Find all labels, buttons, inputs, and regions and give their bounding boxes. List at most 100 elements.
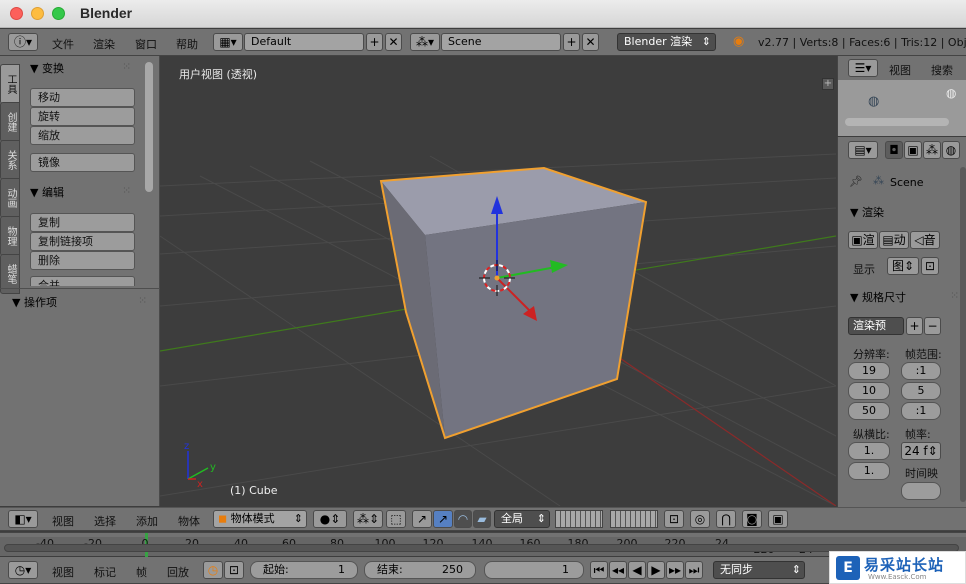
scale-button[interactable]: 缩放 [30, 126, 135, 145]
resolution-x-field[interactable]: 19 [848, 362, 890, 380]
scene-field[interactable]: Scene [441, 33, 561, 51]
tab-relations[interactable]: 关系 [0, 140, 20, 180]
render-panel-header[interactable]: ▼ 渲染 [850, 204, 884, 220]
jump-start-button[interactable]: ⏮ [590, 561, 608, 579]
viewport-menu-add[interactable]: 添加 [136, 513, 158, 529]
jump-end-button[interactable]: ⏭ [685, 561, 703, 579]
resolution-percent-field[interactable]: 50 [848, 402, 890, 420]
play-button[interactable]: ▶ [647, 561, 665, 579]
menu-file[interactable]: 文件 [52, 36, 74, 52]
rotate-button[interactable]: 旋转 [30, 107, 135, 126]
menu-render[interactable]: 渲染 [93, 36, 115, 52]
mirror-button[interactable]: 镜像 [30, 153, 135, 172]
menu-window[interactable]: 窗口 [135, 36, 157, 52]
remove-preset-button[interactable]: − [924, 317, 941, 335]
zoom-window-button[interactable] [52, 7, 65, 20]
move-button[interactable]: 移动 [30, 88, 135, 107]
outliner-scrollbar[interactable] [845, 118, 949, 126]
only-origins-toggle[interactable]: ⬚ [386, 510, 406, 528]
timeline-editor-type-button[interactable]: ◷▾ [8, 561, 38, 579]
frame-end-field[interactable]: 5 [901, 382, 941, 400]
screen-layout-field[interactable]: Default [244, 33, 364, 51]
next-keyframe-button[interactable]: ▸▸ [666, 561, 684, 579]
scene-browse-button[interactable]: ⁂▾ [410, 33, 440, 51]
render-engine-select[interactable]: Blender 渲染 ⇕ [617, 33, 716, 51]
translate-manipulator-button[interactable]: ↗ [433, 510, 453, 528]
viewport-menu-select[interactable]: 选择 [94, 513, 116, 529]
delete-scene-button[interactable]: ✕ [582, 33, 599, 51]
tab-physics[interactable]: 物理 [0, 216, 20, 256]
interaction-mode-select[interactable]: ◼ 物体模式 ⇕ [213, 510, 307, 528]
render-image-button[interactable]: ▣渲 [848, 231, 878, 249]
tool-shelf-scrollbar[interactable] [145, 62, 153, 192]
cube[interactable] [379, 166, 648, 440]
rotate-manipulator-button[interactable]: ◠ [454, 510, 472, 528]
drag-handle-icon[interactable]: ⁙ [950, 289, 959, 302]
drag-handle-icon[interactable]: ⁙ [138, 294, 147, 307]
close-window-button[interactable] [10, 7, 23, 20]
properties-editor-type-button[interactable]: ▤▾ [848, 141, 878, 159]
render-audio-button[interactable]: ◁音 [910, 231, 940, 249]
manipulator-toggle[interactable]: ↗ [412, 510, 432, 528]
preview-range-toggle[interactable]: ◷ [203, 561, 223, 579]
operator-panel-header[interactable]: ▼ 操作项 [12, 294, 57, 310]
delete-screen-button[interactable]: ✕ [385, 33, 402, 51]
play-reverse-button[interactable]: ◀ [628, 561, 646, 579]
timeline-menu-frame[interactable]: 帧 [136, 564, 147, 580]
resolution-y-field[interactable]: 10 [848, 382, 890, 400]
outliner-tree[interactable]: ◍ ◍ [838, 80, 966, 136]
tab-tools[interactable]: 工具 [0, 64, 20, 104]
aspect-y-field[interactable]: 1. [848, 462, 890, 480]
layer-buttons-group-1[interactable] [555, 510, 603, 528]
snap-toggle[interactable]: ⋂ [716, 510, 736, 528]
render-animation-button[interactable]: ▤动 [879, 231, 909, 249]
transform-orientation-select[interactable]: 全局 ⇕ [494, 510, 550, 528]
scene-context-tab[interactable]: ⁂ [923, 141, 941, 159]
menu-help[interactable]: 帮助 [176, 36, 198, 52]
duplicate-button[interactable]: 复制 [30, 213, 135, 232]
delete-button[interactable]: 删除 [30, 251, 135, 270]
render-layers-context-tab[interactable]: ▣ [904, 141, 922, 159]
viewport-editor-type-button[interactable]: ◧▾ [8, 510, 38, 528]
frame-step-field[interactable]: :1 [901, 402, 941, 420]
viewport-shading-select[interactable]: ●⇕ [313, 510, 347, 528]
3d-viewport[interactable]: z y x 用户视图 (透视) (1) Cube + [160, 56, 836, 506]
transform-panel-header[interactable]: ▼ 变换 [30, 60, 64, 76]
layer-buttons-group-2[interactable] [610, 510, 658, 528]
outliner-editor-type-button[interactable]: ☰▾ [848, 59, 878, 77]
render-preview-button[interactable]: ◙ [742, 510, 762, 528]
minimize-window-button[interactable] [31, 7, 44, 20]
time-remap-field[interactable] [901, 482, 941, 500]
start-frame-field[interactable]: 起始: 1 [250, 561, 358, 579]
world-context-tab[interactable]: ◍ [942, 141, 960, 159]
opengl-render-button[interactable]: ▣ [768, 510, 788, 528]
properties-region-toggle[interactable]: + [822, 78, 834, 90]
duplicate-linked-button[interactable]: 复制链接项 [30, 232, 135, 251]
drag-handle-icon[interactable]: ⁙ [122, 60, 131, 73]
lock-interface-button[interactable]: ⊡ [921, 257, 939, 275]
fps-select[interactable]: 24 f⇕ [901, 442, 941, 460]
add-screen-button[interactable]: + [366, 33, 383, 51]
viewport-menu-view[interactable]: 视图 [52, 513, 74, 529]
frame-start-field[interactable]: :1 [901, 362, 941, 380]
current-frame-field[interactable]: 1 [484, 561, 584, 579]
lock-layers-button[interactable]: ⊡ [664, 510, 684, 528]
properties-scrollbar-track[interactable] [960, 167, 966, 502]
timeline-scrollbar[interactable] [4, 544, 959, 552]
join-button[interactable]: 合并 [30, 276, 135, 286]
timeline-ruler[interactable]: -40-200204060801001201401601802002202422… [0, 532, 966, 557]
proportional-edit-button[interactable]: ◎ [690, 510, 710, 528]
drag-handle-icon[interactable]: ⁙ [122, 184, 131, 197]
timeline-menu-playback[interactable]: 回放 [167, 564, 189, 580]
dimensions-panel-header[interactable]: ▼ 规格尺寸 [850, 289, 906, 305]
sync-mode-select[interactable]: 无同步 ⇕ [713, 561, 805, 579]
tab-animation[interactable]: 动画 [0, 178, 20, 218]
render-preset-select[interactable]: 渲染预 [848, 317, 904, 335]
viewport-menu-object[interactable]: 物体 [178, 513, 200, 529]
end-frame-field[interactable]: 结束: 250 [364, 561, 476, 579]
scale-manipulator-button[interactable]: ▰ [473, 510, 491, 528]
add-scene-button[interactable]: + [563, 33, 580, 51]
timeline-menu-view[interactable]: 视图 [52, 564, 74, 580]
add-preset-button[interactable]: + [906, 317, 923, 335]
prev-keyframe-button[interactable]: ◂◂ [609, 561, 627, 579]
